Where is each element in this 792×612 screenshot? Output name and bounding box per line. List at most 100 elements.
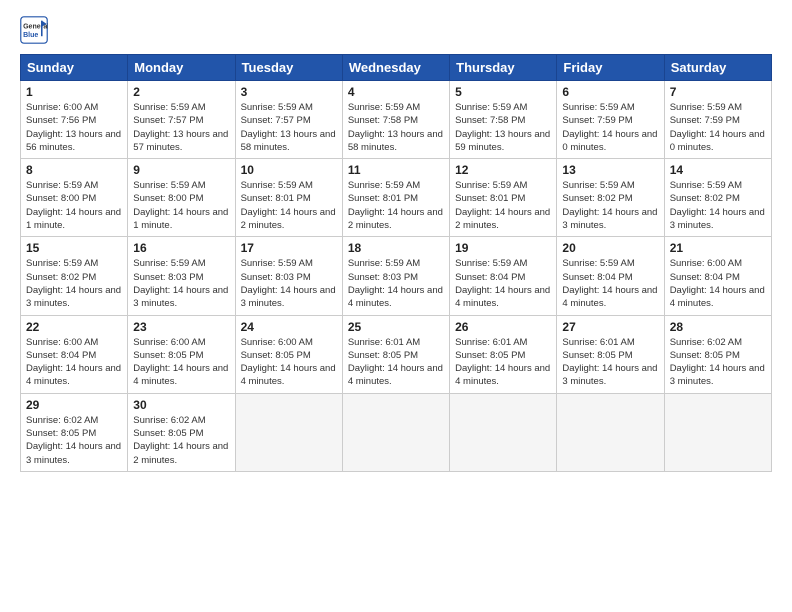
day-number: 21 xyxy=(670,241,766,255)
calendar-cell: 22 Sunrise: 6:00 AMSunset: 8:04 PMDayligh… xyxy=(21,315,128,393)
calendar-cell: 17Sunrise: 5:59 AMSunset: 8:03 PMDayligh… xyxy=(235,237,342,315)
calendar-cell: 29 Sunrise: 6:02 AMSunset: 8:05 PMDayligh… xyxy=(21,393,128,471)
calendar-cell: 25 Sunrise: 6:01 AMSunset: 8:05 PMDayligh… xyxy=(342,315,449,393)
day-number: 25 xyxy=(348,320,444,334)
day-info: Sunrise: 5:59 AMSunset: 7:59 PMDaylight:… xyxy=(670,101,766,154)
day-info: Sunrise: 5:59 AMSunset: 8:04 PMDaylight:… xyxy=(455,257,551,310)
day-number: 12 xyxy=(455,163,551,177)
calendar-week-5: 29 Sunrise: 6:02 AMSunset: 8:05 PMDayligh… xyxy=(21,393,772,471)
weekday-header-saturday: Saturday xyxy=(664,55,771,81)
calendar-cell: 2 Sunrise: 5:59 AMSunset: 7:57 PMDaylight… xyxy=(128,81,235,159)
day-number: 18 xyxy=(348,241,444,255)
day-number: 24 xyxy=(241,320,337,334)
day-number: 29 xyxy=(26,398,122,412)
day-info: Sunrise: 5:59 AMSunset: 8:01 PMDaylight:… xyxy=(241,179,337,232)
day-info: Sunrise: 6:01 AMSunset: 8:05 PMDaylight:… xyxy=(562,336,658,389)
day-info: Sunrise: 5:59 AMSunset: 8:02 PMDaylight:… xyxy=(562,179,658,232)
calendar-cell: 5 Sunrise: 5:59 AMSunset: 7:58 PMDaylight… xyxy=(450,81,557,159)
calendar-cell: 20 Sunrise: 5:59 AMSunset: 8:04 PMDayligh… xyxy=(557,237,664,315)
calendar-cell: 21 Sunrise: 6:00 AMSunset: 8:04 PMDayligh… xyxy=(664,237,771,315)
day-number: 23 xyxy=(133,320,229,334)
day-info: Sunrise: 5:59 AMSunset: 7:58 PMDaylight:… xyxy=(455,101,551,154)
calendar-cell: 23 Sunrise: 6:00 AMSunset: 8:05 PMDayligh… xyxy=(128,315,235,393)
day-info: Sunrise: 5:59 AMSunset: 8:01 PMDaylight:… xyxy=(455,179,551,232)
day-number: 19 xyxy=(455,241,551,255)
day-info: Sunrise: 6:00 AMSunset: 8:04 PMDaylight:… xyxy=(26,336,122,389)
calendar-cell xyxy=(450,393,557,471)
day-info: Sunrise: 6:00 AMSunset: 8:04 PMDaylight:… xyxy=(670,257,766,310)
day-info: Sunrise: 6:02 AMSunset: 8:05 PMDaylight:… xyxy=(26,414,122,467)
calendar-cell: 18Sunrise: 5:59 AMSunset: 8:03 PMDayligh… xyxy=(342,237,449,315)
svg-text:Blue: Blue xyxy=(23,32,38,39)
day-number: 2 xyxy=(133,85,229,99)
calendar-cell: 8 Sunrise: 5:59 AMSunset: 8:00 PMDaylight… xyxy=(21,159,128,237)
calendar-week-4: 22 Sunrise: 6:00 AMSunset: 8:04 PMDayligh… xyxy=(21,315,772,393)
logo: General Blue xyxy=(20,16,52,44)
logo-icon: General Blue xyxy=(20,16,48,44)
calendar-cell: 9Sunrise: 5:59 AMSunset: 8:00 PMDaylight… xyxy=(128,159,235,237)
day-number: 28 xyxy=(670,320,766,334)
calendar-cell: 26 Sunrise: 6:01 AMSunset: 8:05 PMDayligh… xyxy=(450,315,557,393)
weekday-header-sunday: Sunday xyxy=(21,55,128,81)
calendar-cell: 30 Sunrise: 6:02 AMSunset: 8:05 PMDayligh… xyxy=(128,393,235,471)
calendar-cell xyxy=(342,393,449,471)
calendar-cell: 15Sunrise: 5:59 AMSunset: 8:02 PMDayligh… xyxy=(21,237,128,315)
day-info: Sunrise: 5:59 AMSunset: 7:57 PMDaylight:… xyxy=(133,101,229,154)
day-info: Sunrise: 6:02 AMSunset: 8:05 PMDaylight:… xyxy=(670,336,766,389)
day-number: 10 xyxy=(241,163,337,177)
calendar-cell: 13Sunrise: 5:59 AMSunset: 8:02 PMDayligh… xyxy=(557,159,664,237)
calendar-cell: 4 Sunrise: 5:59 AMSunset: 7:58 PMDaylight… xyxy=(342,81,449,159)
calendar-cell: 12 Sunrise: 5:59 AMSunset: 8:01 PMDayligh… xyxy=(450,159,557,237)
day-number: 27 xyxy=(562,320,658,334)
calendar-table: SundayMondayTuesdayWednesdayThursdayFrid… xyxy=(20,54,772,472)
calendar-cell: 6 Sunrise: 5:59 AMSunset: 7:59 PMDaylight… xyxy=(557,81,664,159)
weekday-header-friday: Friday xyxy=(557,55,664,81)
day-number: 8 xyxy=(26,163,122,177)
day-number: 11 xyxy=(348,163,444,177)
day-info: Sunrise: 5:59 AMSunset: 7:59 PMDaylight:… xyxy=(562,101,658,154)
calendar-cell: 16Sunrise: 5:59 AMSunset: 8:03 PMDayligh… xyxy=(128,237,235,315)
day-info: Sunrise: 6:00 AMSunset: 7:56 PMDaylight:… xyxy=(26,101,122,154)
calendar-cell: 14 Sunrise: 5:59 AMSunset: 8:02 PMDayligh… xyxy=(664,159,771,237)
day-number: 7 xyxy=(670,85,766,99)
day-info: Sunrise: 5:59 AMSunset: 8:00 PMDaylight:… xyxy=(26,179,122,232)
day-info: Sunrise: 5:59 AMSunset: 8:03 PMDaylight:… xyxy=(133,257,229,310)
day-info: Sunrise: 5:59 AMSunset: 8:04 PMDaylight:… xyxy=(562,257,658,310)
day-number: 26 xyxy=(455,320,551,334)
day-number: 9 xyxy=(133,163,229,177)
day-number: 6 xyxy=(562,85,658,99)
calendar-cell: 24 Sunrise: 6:00 AMSunset: 8:05 PMDayligh… xyxy=(235,315,342,393)
day-number: 22 xyxy=(26,320,122,334)
day-info: Sunrise: 5:59 AMSunset: 8:02 PMDaylight:… xyxy=(670,179,766,232)
weekday-header-wednesday: Wednesday xyxy=(342,55,449,81)
day-number: 3 xyxy=(241,85,337,99)
calendar-cell xyxy=(664,393,771,471)
day-info: Sunrise: 5:59 AMSunset: 7:58 PMDaylight:… xyxy=(348,101,444,154)
calendar-cell: 3 Sunrise: 5:59 AMSunset: 7:57 PMDaylight… xyxy=(235,81,342,159)
weekday-header-monday: Monday xyxy=(128,55,235,81)
day-info: Sunrise: 6:01 AMSunset: 8:05 PMDaylight:… xyxy=(455,336,551,389)
day-info: Sunrise: 5:59 AMSunset: 8:01 PMDaylight:… xyxy=(348,179,444,232)
day-number: 14 xyxy=(670,163,766,177)
calendar-week-1: 1Sunrise: 6:00 AMSunset: 7:56 PMDaylight… xyxy=(21,81,772,159)
calendar-cell: 28 Sunrise: 6:02 AMSunset: 8:05 PMDayligh… xyxy=(664,315,771,393)
day-info: Sunrise: 5:59 AMSunset: 7:57 PMDaylight:… xyxy=(241,101,337,154)
day-info: Sunrise: 6:01 AMSunset: 8:05 PMDaylight:… xyxy=(348,336,444,389)
day-number: 20 xyxy=(562,241,658,255)
day-number: 4 xyxy=(348,85,444,99)
day-number: 5 xyxy=(455,85,551,99)
day-info: Sunrise: 6:00 AMSunset: 8:05 PMDaylight:… xyxy=(133,336,229,389)
calendar-cell xyxy=(235,393,342,471)
calendar-cell: 7 Sunrise: 5:59 AMSunset: 7:59 PMDaylight… xyxy=(664,81,771,159)
page: General Blue SundayMondayTuesdayWednesda… xyxy=(0,0,792,612)
weekday-header-thursday: Thursday xyxy=(450,55,557,81)
calendar-week-2: 8 Sunrise: 5:59 AMSunset: 8:00 PMDaylight… xyxy=(21,159,772,237)
calendar-body: 1Sunrise: 6:00 AMSunset: 7:56 PMDaylight… xyxy=(21,81,772,472)
calendar-cell xyxy=(557,393,664,471)
calendar-cell: 10 Sunrise: 5:59 AMSunset: 8:01 PMDayligh… xyxy=(235,159,342,237)
day-info: Sunrise: 6:02 AMSunset: 8:05 PMDaylight:… xyxy=(133,414,229,467)
day-info: Sunrise: 6:00 AMSunset: 8:05 PMDaylight:… xyxy=(241,336,337,389)
calendar-cell: 19 Sunrise: 5:59 AMSunset: 8:04 PMDayligh… xyxy=(450,237,557,315)
day-number: 30 xyxy=(133,398,229,412)
calendar-cell: 11 Sunrise: 5:59 AMSunset: 8:01 PMDayligh… xyxy=(342,159,449,237)
